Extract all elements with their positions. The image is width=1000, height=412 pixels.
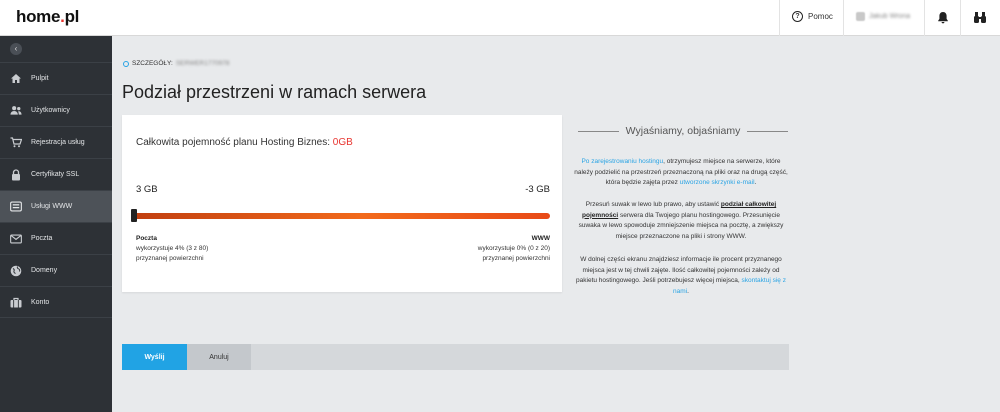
sidebar-item-uslugi-www[interactable]: Usługi WWW [0,190,112,222]
info-paragraph-3: W dolnej części ekranu znajdziesz inform… [572,255,790,297]
www-usage-info: WWW wykorzystuje 0% (0 z 20) przyznanej … [478,234,550,264]
bell-icon[interactable] [937,11,949,29]
divider [747,130,789,132]
home-pl-logo[interactable]: home.pl [16,7,79,27]
www-usage-title: WWW [531,235,550,242]
hosting-icon [10,201,22,213]
collapse-sidebar-button[interactable]: ‹ [10,43,22,55]
mailboxes-link[interactable]: utworzone skrzynki e-mail [680,179,755,186]
sidebar-item-label: Usługi WWW [31,203,73,210]
mail-usage-title: Poczta [136,235,157,242]
sidebar-item-label: Użytkownicy [31,107,70,114]
sidebar-item-label: Konto [31,298,50,306]
globe-icon [10,265,22,277]
divider [960,0,961,36]
sidebar-item-pulpit[interactable]: Pulpit [0,62,112,94]
users-icon [10,105,22,117]
sidebar-item-uzytkownicy[interactable]: Użytkownicy [0,94,112,126]
info-paragraph-1: Po zarejestrowaniu hostingu, otrzymujesz… [572,157,790,189]
sidebar: ‹ Pulpit Użytkownicy Rejestracja usług C… [0,36,112,412]
divider [924,0,925,36]
www-usage-percent: wykorzystuje 0% (0 z 20) [477,245,550,252]
info-heading-text: Wyjaśniamy, objaśniamy [625,125,741,137]
help-link[interactable]: ? Pomoc [792,11,833,22]
divider [843,0,844,36]
info-text: . [687,287,689,295]
sidebar-item-konto[interactable]: Konto [0,286,112,318]
status-dot-icon [123,60,129,67]
mail-icon [10,233,22,245]
sidebar-item-certyfikaty-ssl[interactable]: Certyfikaty SSL [0,158,112,190]
hosting-registration-link[interactable]: Po zarejestrowaniu hostingu [581,158,663,165]
lock-icon [10,168,22,181]
plan-capacity-label: Całkowita pojemność planu Hosting Biznes… [136,137,330,148]
chevron-left-icon: ‹ [14,44,18,53]
mail-amount: 3 GB [136,184,158,195]
mail-usage-percent: wykorzystuje 4% (3 z 80) [136,245,209,252]
sidebar-item-rejestracja-uslug[interactable]: Rejestracja usług [0,126,112,158]
briefcase-icon [10,296,22,308]
space-split-card: Całkowita pojemność planu Hosting Biznes… [122,115,562,292]
space-slider-handle[interactable] [131,209,137,222]
top-bar: home.pl ? Pomoc Jakub Wrona [0,0,1000,36]
avatar [856,12,865,21]
divider [578,130,619,132]
sidebar-item-domeny[interactable]: Domeny [0,254,112,286]
mail-usage-caption: przyznanej powierzchni [136,255,204,262]
space-slider-track[interactable] [134,213,550,219]
breadcrumb-label: SZCZEGÓŁY: [132,60,173,67]
info-text: . [754,179,757,186]
sidebar-item-label: Domeny [31,267,58,274]
question-circle-icon: ? [792,11,803,22]
sidebar-item-poczta[interactable]: Poczta [0,222,112,254]
cancel-button[interactable]: Anuluj [187,344,251,370]
home-icon [10,73,22,85]
breadcrumb: SZCZEGÓŁY: SERWER1770978 [123,60,230,67]
info-heading: Wyjaśniamy, objaśniamy [578,125,789,137]
sidebar-item-label: Poczta [31,235,53,242]
help-label: Pomoc [808,12,833,21]
binoculars-icon[interactable] [973,11,987,29]
cart-icon [10,137,22,149]
plan-capacity-heading: Całkowita pojemność planu Hosting Biznes… [136,137,353,148]
divider [779,0,780,36]
www-usage-caption: przyznanej powierzchni [482,255,550,262]
page-title: Podział przestrzeni w ramach serwera [122,82,427,102]
mail-usage-info: Poczta wykorzystuje 4% (3 z 80) przyznan… [136,234,208,264]
sidebar-item-label: Certyfikaty SSL [31,171,80,178]
info-paragraph-2: Przesuń suwak w lewo lub prawo, aby usta… [572,200,790,242]
www-amount: -3 GB [525,184,550,195]
plan-capacity-value: 0GB [332,137,353,148]
sidebar-item-label: Rejestracja usług [31,139,85,146]
breadcrumb-server-id: SERWER1770978 [175,60,230,67]
info-text: Przesuń suwak w lewo lub prawo, aby usta… [585,201,721,208]
sidebar-item-label: Pulpit [31,75,49,82]
user-menu[interactable]: Jakub Wrona [856,12,910,21]
send-button[interactable]: Wyślij [122,344,187,370]
user-name: Jakub Wrona [869,13,911,20]
